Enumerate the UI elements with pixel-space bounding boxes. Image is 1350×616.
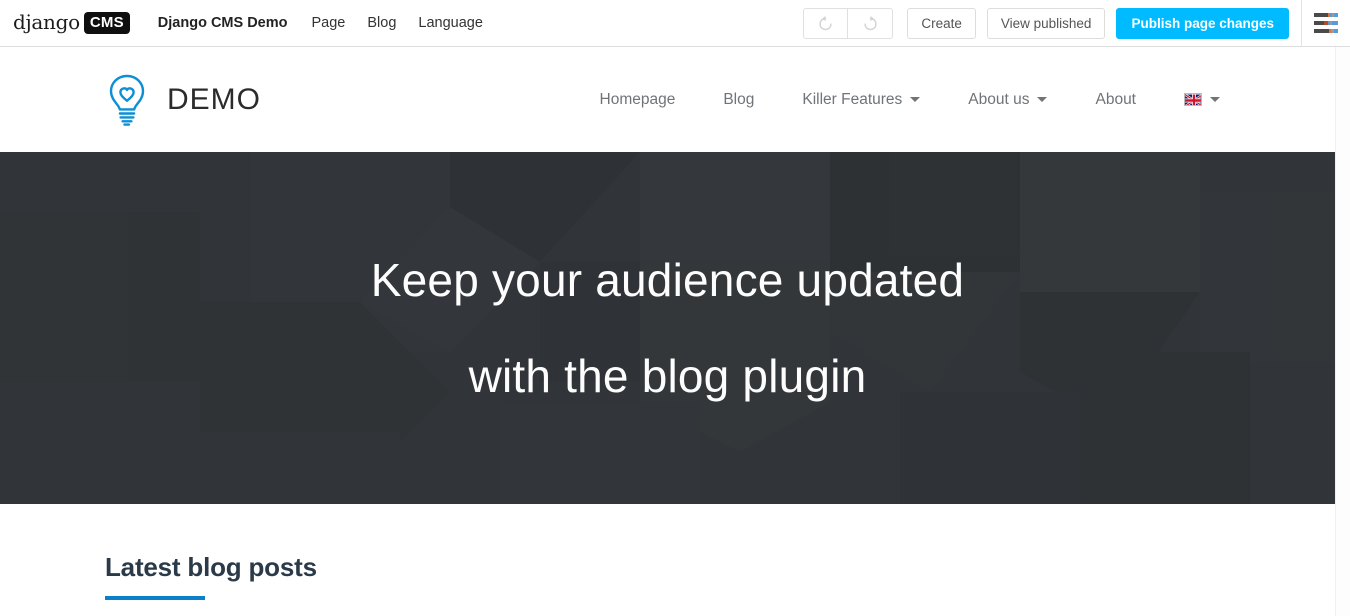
undo-button[interactable]	[803, 7, 849, 39]
toolbar-item-blog[interactable]: Blog	[356, 0, 407, 47]
toolbar-menu-toggle[interactable]	[1302, 0, 1350, 47]
nav-item-killer-features[interactable]: Killer Features	[802, 90, 921, 109]
nav-item-about-label: About	[1095, 90, 1136, 108]
nav-item-homepage-label: Homepage	[599, 90, 676, 108]
nav-item-killer-features-label: Killer Features	[802, 90, 903, 108]
cms-logo-badge: CMS	[83, 12, 130, 34]
toolbar-item-language[interactable]: Language	[407, 0, 494, 47]
django-logo-word: django	[13, 10, 80, 34]
main-navigation: Homepage Blog Killer Features About us A…	[576, 90, 1220, 109]
language-selector[interactable]	[1184, 93, 1220, 106]
redo-icon	[864, 15, 877, 30]
view-published-button[interactable]: View published	[986, 7, 1106, 39]
hero-content: Keep your audience updated with the blog…	[0, 152, 1335, 504]
hero-heading-line1: Keep your audience updated	[370, 254, 965, 306]
chevron-down-icon	[1210, 97, 1220, 102]
nav-item-about[interactable]: About	[1095, 91, 1136, 109]
publish-page-changes-button[interactable]: Publish page changes	[1116, 7, 1289, 39]
nav-item-blog-label: Blog	[723, 90, 755, 108]
chevron-down-icon	[1037, 97, 1048, 102]
hamburger-icon	[1314, 13, 1338, 33]
create-button[interactable]: Create	[907, 7, 976, 39]
nav-item-homepage[interactable]: Homepage	[600, 91, 676, 109]
hero-banner: Keep your audience updated with the blog…	[0, 152, 1335, 504]
history-button-group	[803, 7, 894, 39]
page-scrollbar[interactable]	[1335, 47, 1350, 616]
toolbar-menu: Django CMS Demo Page Blog Language	[148, 0, 494, 46]
toolbar-right-group: Create View published Publish page chang…	[803, 0, 1350, 47]
hero-heading-line2: with the blog plugin	[468, 350, 867, 402]
site-header: DEMO Homepage Blog Killer Features About…	[0, 47, 1335, 152]
nav-item-about-us[interactable]: About us	[968, 90, 1048, 109]
undo-icon	[819, 15, 832, 30]
lightbulb-icon	[109, 74, 145, 126]
toolbar-left-group: django CMS Django CMS Demo Page Blog Lan…	[0, 0, 494, 46]
nav-item-about-us-label: About us	[968, 90, 1030, 108]
uk-flag-icon	[1184, 93, 1202, 106]
cms-toolbar: django CMS Django CMS Demo Page Blog Lan…	[0, 0, 1350, 47]
django-cms-logo[interactable]: django CMS	[13, 12, 130, 34]
site-brand-name: DEMO	[167, 82, 261, 116]
nav-item-blog[interactable]: Blog	[723, 91, 754, 109]
latest-blog-posts-title: Latest blog posts	[105, 552, 317, 582]
site-logo-link[interactable]: DEMO	[105, 72, 261, 128]
section-title-underline	[105, 596, 205, 600]
redo-button[interactable]	[848, 7, 894, 39]
chevron-down-icon	[910, 97, 921, 102]
toolbar-item-site-name[interactable]: Django CMS Demo	[148, 0, 301, 47]
toolbar-item-page[interactable]: Page	[301, 0, 357, 47]
